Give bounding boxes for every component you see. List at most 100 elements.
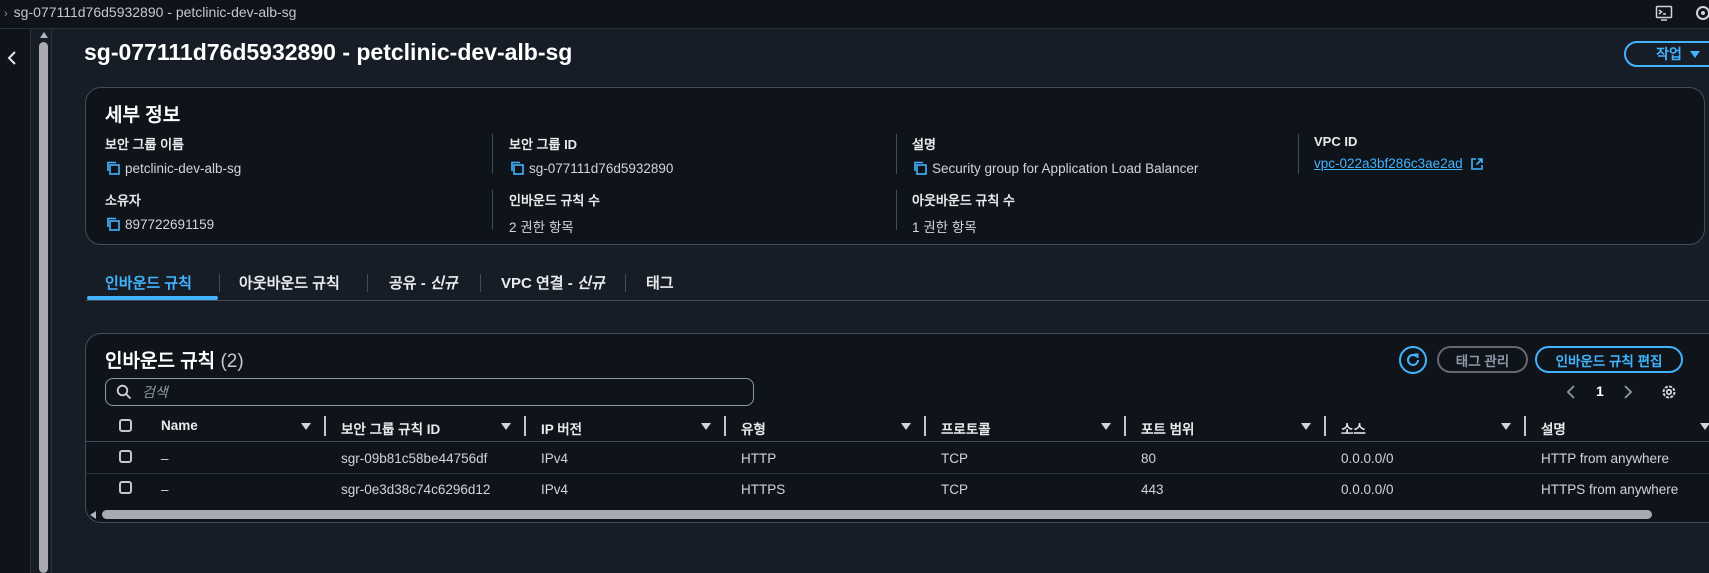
cell-description: HTTPS from anywhere <box>1541 482 1679 497</box>
field-label: VPC ID <box>1314 134 1358 149</box>
cloudshell-icon[interactable] <box>1655 4 1673 22</box>
search-icon <box>116 384 132 400</box>
column-header-ip-version[interactable]: IP 버전 <box>541 418 582 438</box>
tab-outbound-rules[interactable]: 아웃바운드 규칙 <box>239 272 340 293</box>
vpc-id-link[interactable]: vpc-022a3bf286c3ae2ad <box>1314 156 1463 171</box>
search-input[interactable] <box>140 383 704 401</box>
row-checkbox[interactable] <box>119 450 132 463</box>
next-page-icon[interactable] <box>1623 384 1633 400</box>
field-value: 897722691159 <box>125 216 215 232</box>
cell-rule-id: sgr-0e3d38c74c6296d12 <box>341 482 491 497</box>
column-header-port-range[interactable]: 포트 범위 <box>1141 418 1194 438</box>
field-value: petclinic-dev-alb-sg <box>125 160 242 176</box>
cell-source: 0.0.0.0/0 <box>1341 451 1394 466</box>
column-header-description[interactable]: 설명 <box>1541 418 1566 438</box>
sort-caret-icon[interactable] <box>1101 423 1111 430</box>
sort-caret-icon[interactable] <box>901 423 911 430</box>
tab-divider <box>625 274 626 292</box>
column-resizer[interactable] <box>1324 416 1326 436</box>
tab-tags[interactable]: 태그 <box>646 272 674 293</box>
field-sg-name: 보안 그룹 이름 petclinic-dev-alb-sg <box>105 134 241 176</box>
tab-sharing[interactable]: 공유 - 신규 <box>389 272 458 293</box>
copy-icon[interactable] <box>105 216 121 232</box>
select-all-checkbox[interactable] <box>119 419 132 432</box>
field-label: 아웃바운드 규칙 수 <box>912 193 1015 208</box>
current-page[interactable]: 1 <box>1596 383 1604 399</box>
field-label: 보안 그룹 ID <box>509 137 578 152</box>
column-header-protocol[interactable]: 프로토콜 <box>941 418 991 438</box>
caret-down-icon <box>1689 50 1700 58</box>
side-navigation-rail <box>0 29 31 573</box>
copy-icon[interactable] <box>509 160 525 176</box>
edit-inbound-rules-button[interactable]: 인바운드 규칙 편집 <box>1535 346 1683 373</box>
field-value: sg-077111d76d5932890 <box>529 160 674 176</box>
inbound-rules-title: 인바운드 규칙 (2) <box>105 351 244 372</box>
scrollbar-thumb[interactable] <box>39 42 48 573</box>
cell-protocol: TCP <box>941 451 968 466</box>
chevron-left-icon[interactable] <box>4 49 20 67</box>
field-value: 2 권한 항목 <box>509 220 574 235</box>
sort-caret-icon[interactable] <box>1301 423 1311 430</box>
column-resizer[interactable] <box>324 416 326 436</box>
sort-caret-icon[interactable] <box>301 423 311 430</box>
column-resizer[interactable] <box>1124 416 1126 436</box>
actions-dropdown-button[interactable]: 작업 <box>1624 41 1709 67</box>
column-resizer[interactable] <box>1524 416 1526 436</box>
column-header-rule-id[interactable]: 보안 그룹 규칙 ID <box>341 418 440 438</box>
table-row[interactable]: – sgr-09b81c58be44756df IPv4 HTTP TCP 80… <box>86 442 1709 474</box>
column-header-source[interactable]: 소스 <box>1341 418 1366 438</box>
cell-rule-id: sgr-09b81c58be44756df <box>341 451 488 466</box>
column-divider <box>492 190 493 230</box>
cell-type: HTTP <box>741 451 777 466</box>
cell-description: HTTP from anywhere <box>1541 451 1670 466</box>
cell-protocol: TCP <box>941 482 968 497</box>
scroll-up-arrow[interactable] <box>40 32 48 38</box>
refresh-button[interactable] <box>1399 346 1427 374</box>
scrollbar-thumb[interactable] <box>102 510 1652 519</box>
field-value: Security group for Application Load Bala… <box>932 160 1199 176</box>
top-bar: › sg-077111d76d5932890 - petclinic-dev-al… <box>0 0 1709 29</box>
sort-caret-icon[interactable] <box>1501 423 1511 430</box>
column-resizer[interactable] <box>724 416 726 436</box>
search-field[interactable] <box>105 378 754 406</box>
field-owner: 소유자 897722691159 <box>105 190 214 232</box>
cell-name: – <box>161 451 169 466</box>
field-label: 보안 그룹 이름 <box>105 137 184 152</box>
scroll-left-arrow[interactable] <box>90 511 96 519</box>
field-label: 인바운드 규칙 수 <box>509 193 600 208</box>
divider <box>51 29 52 573</box>
row-checkbox[interactable] <box>119 481 132 494</box>
vertical-scrollbar[interactable] <box>38 32 50 573</box>
manage-tags-button[interactable]: 태그 관리 <box>1437 346 1528 373</box>
tab-bar: 인바운드 규칙 아웃바운드 규칙 공유 - 신규 VPC 연결 - 신규 태그 <box>86 266 1709 301</box>
column-divider <box>1298 134 1299 174</box>
actions-label: 작업 <box>1656 46 1682 62</box>
field-sg-id: 보안 그룹 ID sg-077111d76d5932890 <box>509 134 673 176</box>
table-row[interactable]: – sgr-0e3d38c74c6296d12 IPv4 HTTPS TCP 4… <box>86 473 1709 504</box>
cell-port-range: 80 <box>1141 451 1157 466</box>
tab-inbound-rules[interactable]: 인바운드 규칙 <box>105 272 192 293</box>
sort-caret-icon[interactable] <box>701 423 711 430</box>
active-tab-indicator <box>87 296 218 300</box>
column-header-type[interactable]: 유형 <box>741 418 766 438</box>
tab-vpc-associations[interactable]: VPC 연결 - 신규 <box>501 272 605 293</box>
copy-icon[interactable] <box>105 160 121 176</box>
sort-caret-icon[interactable] <box>501 423 511 430</box>
settings-gear-icon[interactable] <box>1660 383 1678 401</box>
sort-caret-icon[interactable] <box>1700 423 1709 430</box>
column-resizer[interactable] <box>924 416 926 436</box>
external-link-icon[interactable] <box>1470 157 1484 171</box>
cell-source: 0.0.0.0/0 <box>1341 482 1394 497</box>
cell-ip-version: IPv4 <box>541 451 569 466</box>
column-header-name[interactable]: Name <box>161 418 198 433</box>
tab-divider <box>219 274 220 292</box>
previous-page-icon[interactable] <box>1566 384 1576 400</box>
rules-count: (2) <box>220 351 244 372</box>
column-resizer[interactable] <box>524 416 526 436</box>
horizontal-scrollbar[interactable] <box>88 509 1709 521</box>
refresh-icon <box>1407 353 1419 366</box>
copy-icon[interactable] <box>912 160 928 176</box>
settings-icon[interactable] <box>1694 4 1709 22</box>
cell-ip-version: IPv4 <box>541 482 569 497</box>
field-outbound-count: 아웃바운드 규칙 수 1 권한 항목 <box>912 190 1015 236</box>
